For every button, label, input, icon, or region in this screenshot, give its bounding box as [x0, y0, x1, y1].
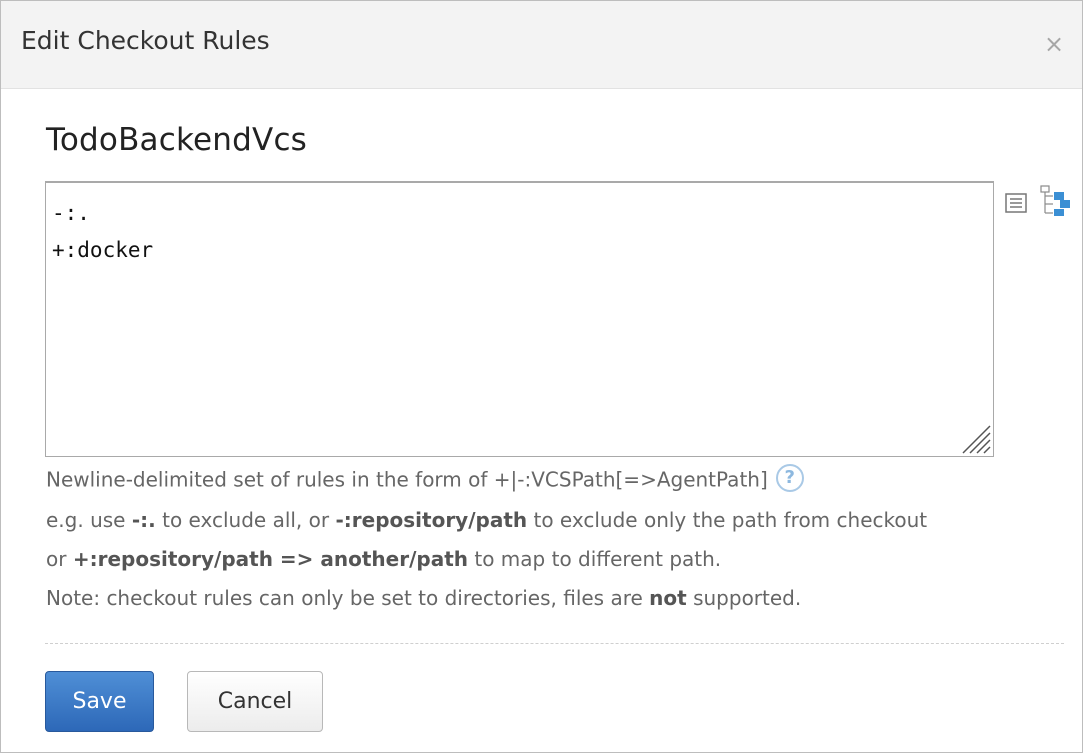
resize-grip-icon[interactable]	[961, 424, 991, 454]
hint-text: or	[46, 547, 73, 571]
hint-text: to exclude all, or	[155, 508, 336, 532]
cancel-button[interactable]: Cancel	[187, 671, 323, 732]
map-example-hint: or +:repository/path => another/path to …	[46, 547, 721, 571]
edit-checkout-rules-dialog: Edit Checkout Rules × TodoBackendVcs New…	[0, 0, 1083, 753]
close-icon[interactable]: ×	[1041, 29, 1067, 59]
hint-code-exclude-all: -:.	[131, 508, 156, 532]
hint-code-exclude-path: -:repository/path	[335, 508, 528, 532]
list-view-icon[interactable]	[1005, 193, 1027, 213]
hint-text: supported.	[686, 586, 802, 610]
dialog-title: Edit Checkout Rules	[21, 26, 270, 55]
rules-textarea-wrapper	[45, 181, 994, 457]
vcs-root-name: TodoBackendVcs	[46, 122, 308, 158]
help-icon[interactable]: ?	[775, 464, 804, 492]
directories-note: Note: checkout rules can only be set to …	[46, 586, 801, 610]
footer-separator	[45, 643, 1064, 644]
rules-format-text: Newline-delimited set of rules in the fo…	[46, 467, 768, 492]
hint-text: e.g. use	[46, 508, 132, 532]
hint-emphasis-not: not	[649, 586, 687, 610]
hint-text: to map to different path.	[468, 547, 722, 571]
hint-text: Note: checkout rules can only be set to …	[46, 586, 650, 610]
checkout-rules-textarea[interactable]	[46, 183, 993, 456]
exclude-example-hint: e.g. use -:. to exclude all, or -:reposi…	[46, 508, 927, 532]
save-button[interactable]: Save	[45, 671, 154, 732]
rules-format-hint: Newline-delimited set of rules in the fo…	[46, 464, 804, 495]
vcs-tree-icon[interactable]	[1039, 185, 1071, 217]
hint-text: to exclude only the path from checkout	[527, 508, 928, 532]
dialog-header: Edit Checkout Rules ×	[1, 1, 1082, 89]
hint-code-map-path: +:repository/path => another/path	[72, 547, 469, 571]
